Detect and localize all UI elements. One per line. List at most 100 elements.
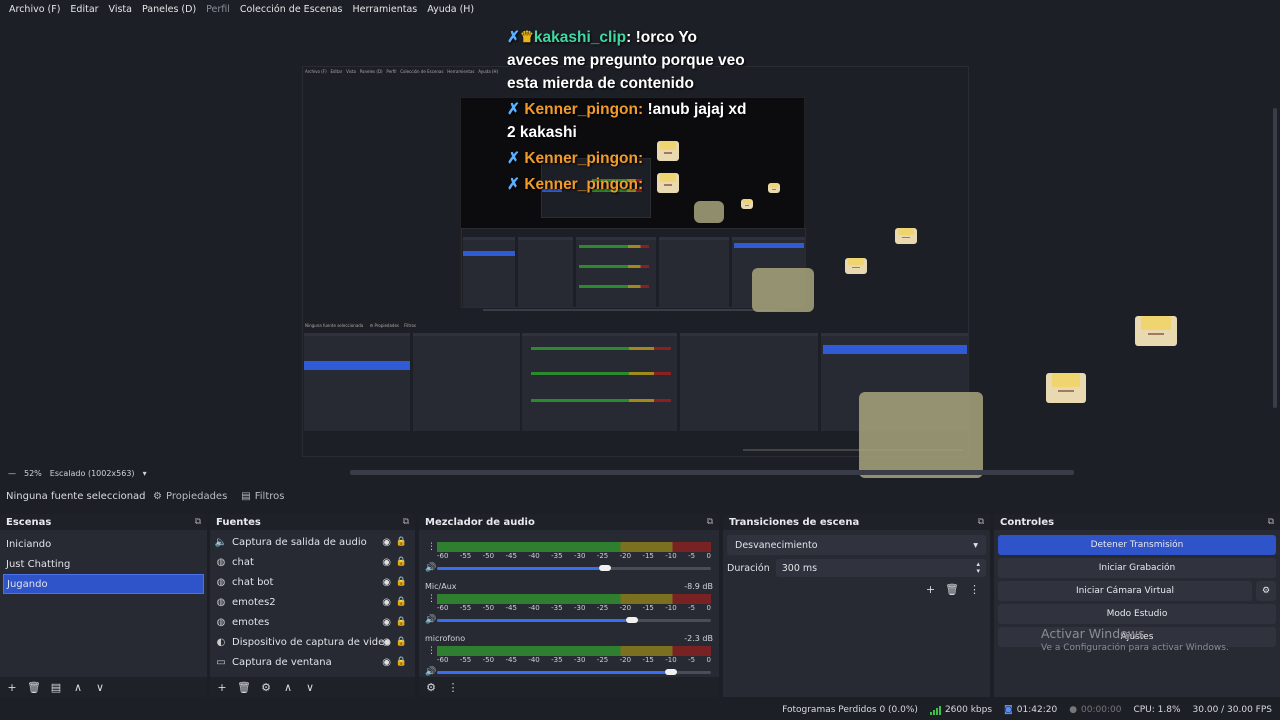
menu-dots-icon[interactable]: ⋮	[427, 646, 436, 656]
trash-icon[interactable]: 🗑	[945, 583, 959, 596]
lock-icon[interactable]: 🔒	[396, 637, 407, 647]
source-item[interactable]: ◍ emotes2 ◉ 🔒	[210, 592, 415, 612]
eye-icon[interactable]: ◉	[382, 657, 391, 668]
undock-icon[interactable]: ⧉	[1268, 517, 1274, 527]
transition-select[interactable]: Desvanecimiento ▾	[727, 535, 986, 555]
tick-label: 0	[706, 604, 711, 612]
stop-stream-button[interactable]: Detener Transmisión	[998, 535, 1276, 555]
duration-spinbox[interactable]: 300 ms ▴ ▾	[775, 559, 986, 577]
live-status: ◙ 01:42:20	[1004, 705, 1057, 715]
preview-area[interactable]: Archivo (F) Editar Vista Paneles (D) Per…	[0, 18, 1270, 478]
globe-icon: ◍	[216, 596, 226, 608]
arrow-up-icon[interactable]: ∧	[280, 681, 296, 694]
chat-message: ✗ Kenner_pingon:	[507, 147, 747, 170]
link-gear-icon[interactable]: ⚙	[423, 681, 439, 694]
scale-mode[interactable]: Escalado (1002x563)	[50, 469, 135, 478]
eye-icon[interactable]: ◉	[382, 577, 391, 588]
lock-icon[interactable]: 🔒	[396, 657, 407, 667]
chat-user: Kenner_pingon	[524, 150, 638, 167]
channel-header	[425, 530, 713, 540]
undock-icon[interactable]: ⧉	[707, 517, 713, 527]
eye-icon[interactable]: ◉	[382, 597, 391, 608]
virtual-camera-button[interactable]: Iniciar Cámara Virtual	[998, 581, 1252, 601]
menu-paneles[interactable]: Paneles (D)	[137, 4, 201, 15]
menu-vista[interactable]: Vista	[104, 4, 137, 15]
fps-status: 30.00 / 30.00 FPS	[1192, 705, 1272, 715]
duration-row: Duración 300 ms ▴ ▾	[727, 559, 986, 577]
arrow-down-icon[interactable]: ∨	[302, 681, 318, 694]
lock-icon[interactable]: 🔒	[396, 537, 407, 547]
volume-slider-handle[interactable]	[625, 617, 638, 623]
mini-dock-1	[463, 237, 515, 307]
zoom-out-icon[interactable]: —	[8, 469, 16, 478]
tick-label: -30	[573, 552, 586, 560]
zoom-level[interactable]: 52%	[24, 469, 42, 478]
start-recording-button[interactable]: Iniciar Grabación	[998, 558, 1276, 578]
undock-icon[interactable]: ⧉	[978, 517, 984, 527]
menu-ayuda[interactable]: Ayuda (H)	[422, 4, 479, 15]
source-label: Dispositivo de captura de video	[232, 636, 391, 648]
lock-icon[interactable]: 🔒	[396, 597, 407, 607]
arrow-down-icon[interactable]: ∨	[92, 681, 108, 694]
eye-icon[interactable]: ◉	[382, 637, 391, 648]
volume-slider-handle[interactable]	[664, 669, 677, 675]
filters-button[interactable]: ▤ Filtros	[234, 489, 291, 504]
arrow-up-icon[interactable]: ∧	[70, 681, 86, 694]
speaker-icon[interactable]: 🔊	[425, 563, 436, 573]
chat-message: ✗ Kenner_pingon: !anub jajaj xd 2 kakash…	[507, 98, 747, 144]
source-item[interactable]: ◍ emotes ◉ 🔒	[210, 612, 415, 632]
lock-icon[interactable]: 🔒	[396, 557, 407, 567]
scroll-thumb[interactable]	[1273, 108, 1277, 408]
source-item[interactable]: ▭ Captura de ventana ◉ 🔒	[210, 652, 415, 672]
source-item[interactable]: ◐ Dispositivo de captura de video ◉ 🔒	[210, 632, 415, 652]
studio-mode-button[interactable]: Modo Estudio	[998, 604, 1276, 624]
spin-arrows-icon[interactable]: ▴ ▾	[976, 561, 980, 575]
properties-button[interactable]: ⚙ Propiedades	[146, 489, 234, 504]
menu-dots-icon[interactable]: ⋮	[427, 594, 436, 604]
scene-item-jugando[interactable]: Jugando	[3, 574, 204, 594]
trash-icon[interactable]: 🗑	[236, 681, 252, 694]
scene-item-iniciando[interactable]: Iniciando	[0, 534, 207, 554]
menu-herramientas[interactable]: Herramientas	[348, 4, 423, 15]
tick-label: -35	[551, 656, 563, 664]
menu-editar[interactable]: Editar	[65, 4, 103, 15]
scene-item-just-chatting[interactable]: Just Chatting	[0, 554, 207, 574]
chat-message: ✗♛kakashi_clip: !orco Yo aveces me pregu…	[507, 26, 747, 95]
gear-icon[interactable]: ⚙	[1256, 581, 1276, 601]
menu-perfil[interactable]: Perfil	[201, 4, 235, 15]
source-item[interactable]: ◍ chat bot ◉ 🔒	[210, 572, 415, 592]
menu-dots-icon[interactable]: ⋮	[969, 583, 980, 596]
menu-bar: Archivo (F) Editar Vista Paneles (D) Per…	[0, 0, 1280, 18]
gear-icon[interactable]: ⚙	[258, 681, 274, 694]
tick-label: -30	[573, 604, 586, 612]
undock-icon[interactable]: ⧉	[195, 517, 201, 527]
menu-dots-icon[interactable]: ⋮	[427, 542, 436, 552]
globe-icon: ◍	[216, 556, 226, 568]
tick-label: -25	[596, 656, 609, 664]
preview-horizontal-scrollbar[interactable]	[350, 470, 1074, 475]
trash-icon[interactable]: 🗑	[26, 681, 42, 694]
menu-dots-icon[interactable]: ⋮	[445, 681, 461, 694]
preview-vertical-scrollbar[interactable]	[1270, 18, 1280, 466]
menu-archivo[interactable]: Archivo (F)	[4, 4, 65, 15]
lock-icon[interactable]: 🔒	[396, 577, 407, 587]
lock-icon[interactable]: 🔒	[396, 617, 407, 627]
add-icon[interactable]: +	[926, 583, 935, 596]
source-item[interactable]: ◍ chat ◉ 🔒	[210, 552, 415, 572]
filter-icon[interactable]: ▤	[48, 681, 64, 694]
speaker-icon[interactable]: 🔊	[425, 615, 436, 625]
add-icon[interactable]: +	[214, 681, 230, 694]
watermark-title: Activar Windows	[1041, 626, 1145, 641]
speaker-icon[interactable]: 🔊	[425, 667, 436, 677]
eye-icon[interactable]: ◉	[382, 617, 391, 628]
tick-label: -20	[619, 552, 632, 560]
source-item[interactable]: 🔈 Captura de salida de audio ◉ 🔒	[210, 532, 415, 552]
add-icon[interactable]: +	[4, 681, 20, 694]
eye-icon[interactable]: ◉	[382, 537, 391, 548]
chevron-down-icon[interactable]: ▾	[143, 469, 147, 478]
eye-icon[interactable]: ◉	[382, 557, 391, 568]
volume-slider-handle[interactable]	[599, 565, 612, 571]
speaker-icon: 🔈	[214, 536, 228, 548]
undock-icon[interactable]: ⧉	[403, 517, 409, 527]
menu-coleccion-escenas[interactable]: Colección de Escenas	[235, 4, 348, 15]
